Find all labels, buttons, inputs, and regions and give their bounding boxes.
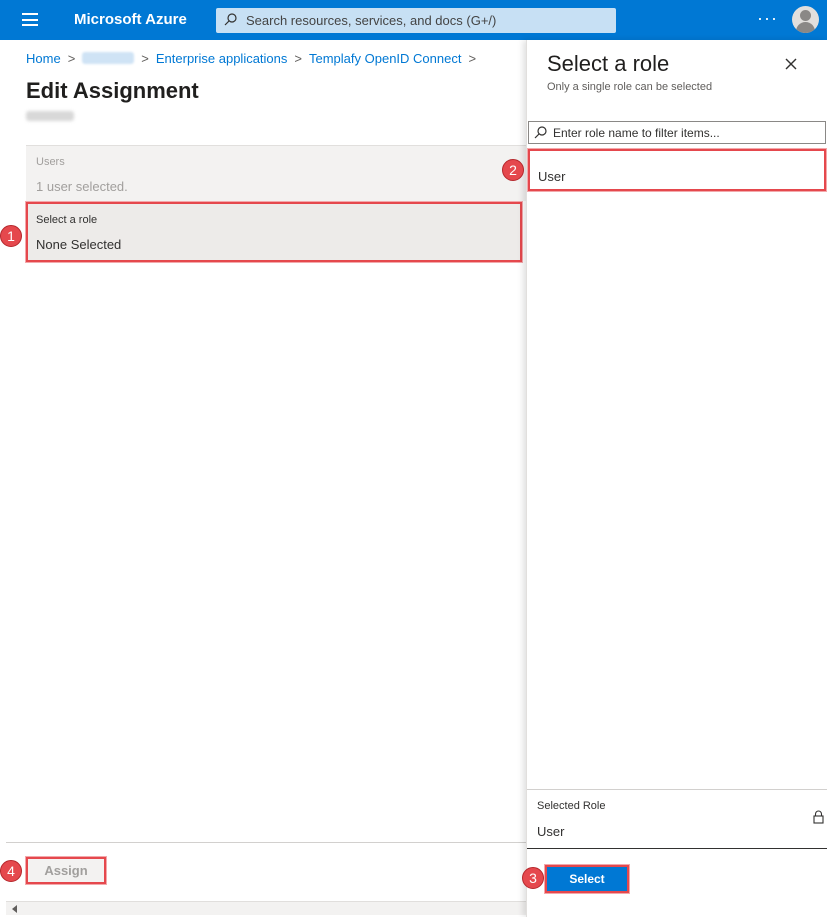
role-value: None Selected — [36, 237, 122, 252]
selected-role-label: Selected Role — [537, 800, 606, 812]
search-placeholder: Search resources, services, and docs (G+… — [246, 13, 497, 28]
breadcrumb-home[interactable]: Home — [26, 51, 61, 66]
role-list-item[interactable]: User — [528, 149, 826, 191]
avatar[interactable] — [792, 6, 819, 33]
assign-button[interactable]: Assign — [26, 857, 106, 884]
footer-divider — [6, 842, 526, 843]
select-button[interactable]: Select — [545, 865, 629, 893]
top-bar: Microsoft Azure Search resources, servic… — [0, 0, 827, 40]
users-selector: Users 1 user selected. — [26, 145, 526, 201]
users-label: Users — [36, 156, 65, 168]
select-role-selector[interactable]: Select a role None Selected — [26, 202, 522, 262]
breadcrumb: Home > > Enterprise applications > Templafy O… — [26, 51, 483, 66]
panel-title: Select a role — [547, 51, 670, 76]
breadcrumb-separator: > — [468, 51, 477, 66]
search-icon — [534, 126, 547, 139]
hamburger-menu-icon[interactable] — [22, 13, 38, 26]
edit-assignment-pane: Home > > Enterprise applications > Templafy O… — [6, 40, 526, 917]
breadcrumb-redacted-item[interactable] — [82, 52, 135, 64]
selected-role-value: User — [537, 824, 565, 839]
role-list-item-label: User — [538, 169, 566, 184]
role-filter-input[interactable]: Enter role name to filter items... — [528, 121, 826, 144]
panel-divider — [527, 789, 827, 790]
step-badge-2: 2 — [502, 159, 524, 181]
breadcrumb-separator: > — [141, 51, 149, 66]
breadcrumb-separator: > — [67, 51, 76, 66]
close-icon[interactable] — [783, 56, 799, 72]
horizontal-scrollbar[interactable] — [6, 901, 526, 915]
users-value: 1 user selected. — [36, 179, 128, 194]
step-badge-1: 1 — [0, 225, 22, 247]
page-subtitle-redacted — [26, 111, 74, 121]
lock-icon — [813, 810, 824, 824]
role-filter-placeholder: Enter role name to filter items... — [553, 126, 720, 140]
page-title: Edit Assignment — [26, 78, 199, 103]
panel-subtitle: Only a single role can be selected — [547, 81, 713, 93]
more-options-icon[interactable]: ··· — [757, 8, 778, 29]
scroll-left-icon[interactable] — [12, 905, 17, 913]
selected-role-underline — [527, 848, 827, 849]
search-icon — [224, 13, 237, 26]
role-label: Select a role — [36, 214, 98, 226]
select-role-panel: Select a role Only a single role can be … — [526, 40, 827, 917]
step-badge-3: 3 — [522, 867, 544, 889]
brand-title[interactable]: Microsoft Azure — [74, 11, 187, 28]
global-search-input[interactable]: Search resources, services, and docs (G+… — [216, 8, 616, 33]
breadcrumb-separator: > — [294, 51, 302, 66]
breadcrumb-enterprise-applications[interactable]: Enterprise applications — [156, 51, 288, 66]
breadcrumb-app[interactable]: Templafy OpenID Connect — [309, 51, 461, 66]
step-badge-4: 4 — [0, 860, 22, 882]
